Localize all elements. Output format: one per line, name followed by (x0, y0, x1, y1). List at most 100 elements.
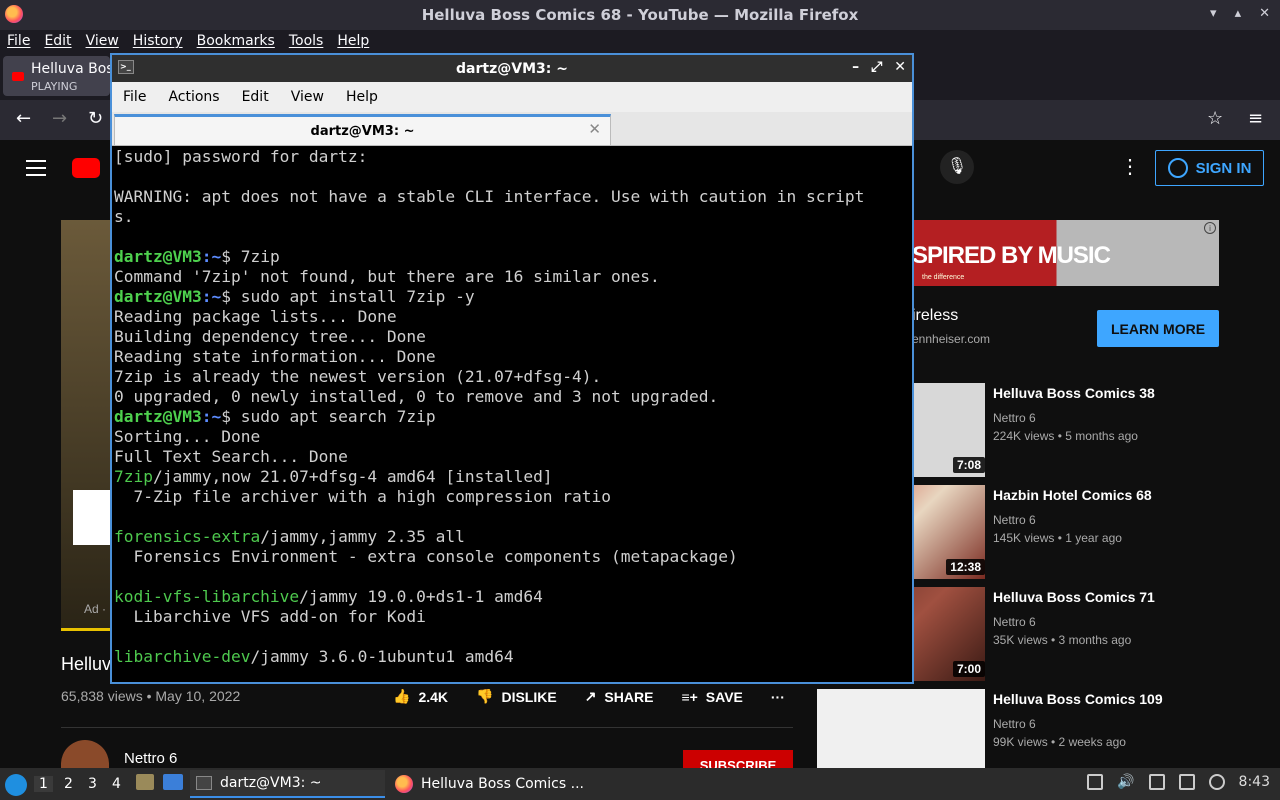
file-manager-icon[interactable] (136, 774, 154, 790)
recommended-title[interactable]: Helluva Boss Comics 38 (993, 385, 1155, 401)
package-info: /jammy,now 21.07+dfsg-4 amd64 [installed… (152, 467, 553, 486)
reload-icon[interactable]: ↻ (88, 108, 103, 129)
terminal-line: [sudo] password for dartz: (114, 147, 368, 166)
more-options-icon[interactable]: ⋮ (1120, 154, 1140, 179)
browser-tab[interactable]: Helluva Bos PLAYING (3, 56, 111, 96)
share-icon: ↗ (584, 688, 597, 704)
ad-info-icon[interactable]: i (1204, 222, 1216, 234)
package-info: /jammy 19.0.0+ds1-1 amd64 (299, 587, 543, 606)
more-horizontal-icon: ··· (770, 688, 785, 705)
close-tab-icon[interactable]: ✕ (588, 120, 601, 138)
back-icon[interactable]: ← (16, 108, 31, 129)
taskbar-terminal[interactable]: dartz@VM3: ~ (190, 770, 385, 798)
recommended-views: 99K views • 2 weeks ago (993, 735, 1126, 749)
workspace-2[interactable]: 2 (64, 776, 73, 792)
video-actions: 👍 2.4K 👎 DISLIKE ↗ SHARE ≡+ SAVE ··· (393, 688, 785, 705)
menu-view[interactable]: View (280, 89, 335, 105)
menu-bookmarks[interactable]: Bookmarks (190, 33, 282, 49)
terminal-title-bar[interactable]: >_ dartz@VM3: ~ – ⤢ ✕ (112, 55, 912, 82)
volume-icon[interactable]: 🔊 (1117, 774, 1134, 790)
recommended-title[interactable]: Hazbin Hotel Comics 68 (993, 487, 1152, 503)
menu-help[interactable]: Help (335, 89, 389, 105)
recommended-title[interactable]: Helluva Boss Comics 109 (993, 691, 1163, 707)
start-menu-icon[interactable] (5, 774, 27, 796)
video-player[interactable] (61, 220, 113, 630)
network-icon[interactable] (1208, 774, 1225, 790)
share-button[interactable]: ↗ SHARE (585, 688, 654, 705)
menu-help[interactable]: Help (330, 33, 376, 49)
taskbar-terminal-label: dartz@VM3: ~ (220, 775, 322, 791)
dislike-button[interactable]: 👎 DISLIKE (476, 688, 557, 705)
learn-more-button[interactable]: LEARN MORE (1097, 310, 1219, 347)
display-icon[interactable] (1148, 774, 1165, 790)
ad-banner-text: SPIRED BY MUSIC (912, 242, 1111, 269)
voice-search-icon[interactable]: 🎙 (940, 150, 974, 184)
workspace-4[interactable]: 4 (112, 776, 121, 792)
workspace-3[interactable]: 3 (88, 776, 97, 792)
terminal-menu-bar: File Actions Edit View Help (112, 82, 912, 112)
channel-name[interactable]: Nettro 6 (124, 750, 177, 767)
menu-view[interactable]: View (79, 33, 126, 49)
terminal-tab[interactable]: dartz@VM3: ~ ✕ (114, 114, 611, 145)
firefox-menu-bar: File Edit View History Bookmarks Tools H… (0, 30, 1280, 52)
thumbs-up-icon: 👍 (393, 688, 411, 704)
tab-title: Helluva Bos (31, 61, 111, 77)
video-progress-bar[interactable] (61, 628, 113, 631)
ad-banner[interactable]: SPIRED BY MUSIC the difference i (912, 220, 1219, 286)
channel-avatar[interactable] (61, 740, 109, 768)
youtube-logo-icon[interactable] (72, 158, 100, 178)
window-controls: ▾ ▴ ✕ (1210, 6, 1270, 21)
prompt-path: :~ (201, 247, 222, 266)
clipboard-icon[interactable] (1087, 774, 1104, 790)
terminal-output[interactable]: [sudo] password for dartz: WARNING: apt … (114, 147, 910, 680)
maximize-icon[interactable]: ⤢ (871, 59, 882, 75)
recommended-title[interactable]: Helluva Boss Comics 71 (993, 589, 1155, 605)
terminal-icon (196, 776, 212, 790)
save-button[interactable]: ≡+ SAVE (681, 689, 742, 705)
command: $ sudo apt search 7zip (221, 407, 436, 426)
taskbar: 1 2 3 4 dartz@VM3: ~ Helluva Boss Comics… (0, 768, 1280, 800)
recommended-channel: Nettro 6 (993, 513, 1036, 527)
video-thumbnail[interactable] (817, 689, 985, 768)
firefox-title-bar: Helluva Boss Comics 68 - YouTube — Mozil… (0, 0, 1280, 30)
maximize-icon[interactable]: ▴ (1235, 6, 1242, 21)
firefox-icon (395, 775, 413, 793)
guide-menu-icon[interactable] (26, 160, 46, 181)
terminal-line: Reading state information... Done (114, 347, 436, 366)
menu-file[interactable]: File (112, 89, 157, 105)
menu-edit[interactable]: Edit (231, 89, 280, 105)
workspace-1[interactable]: 1 (34, 776, 53, 792)
subscribe-button[interactable]: SUBSCRIBE (683, 750, 793, 768)
menu-file[interactable]: File (0, 33, 37, 49)
menu-edit[interactable]: Edit (37, 33, 78, 49)
show-desktop-icon[interactable] (163, 774, 183, 790)
menu-history[interactable]: History (126, 33, 190, 49)
close-icon[interactable]: ✕ (894, 59, 906, 75)
minimize-icon[interactable]: – (852, 59, 859, 75)
menu-actions[interactable]: Actions (157, 89, 230, 105)
forward-icon[interactable]: → (52, 108, 67, 129)
like-button[interactable]: 👍 2.4K (393, 688, 448, 705)
terminal-window[interactable]: >_ dartz@VM3: ~ – ⤢ ✕ File Actions Edit … (110, 53, 914, 684)
menu-tools[interactable]: Tools (282, 33, 331, 49)
notes-icon[interactable] (1178, 774, 1195, 790)
bookmark-star-icon[interactable]: ☆ (1207, 108, 1223, 129)
terminal-tab-bar: dartz@VM3: ~ ✕ (112, 112, 912, 146)
clock[interactable]: 8:43 (1239, 774, 1270, 790)
recommended-video[interactable]: Helluva Boss Comics 109 Nettro 6 99K vie… (817, 689, 1237, 768)
hamburger-menu-icon[interactable]: ≡ (1248, 108, 1263, 129)
sign-in-button[interactable]: SIGN IN (1155, 150, 1264, 186)
prompt-path: :~ (201, 287, 222, 306)
more-actions-button[interactable]: ··· (771, 689, 785, 705)
package-info: /jammy,jammy 2.35 all (260, 527, 465, 546)
video-meta: 65,838 views • May 10, 2022 (61, 688, 241, 704)
minimize-icon[interactable]: ▾ (1210, 6, 1217, 21)
recommended-channel: Nettro 6 (993, 411, 1036, 425)
prompt-user: dartz@VM3 (114, 247, 202, 266)
taskbar-firefox[interactable]: Helluva Boss Comics ... (395, 770, 595, 798)
terminal-line: 7-Zip file archiver with a high compress… (114, 487, 612, 506)
close-icon[interactable]: ✕ (1259, 6, 1270, 21)
